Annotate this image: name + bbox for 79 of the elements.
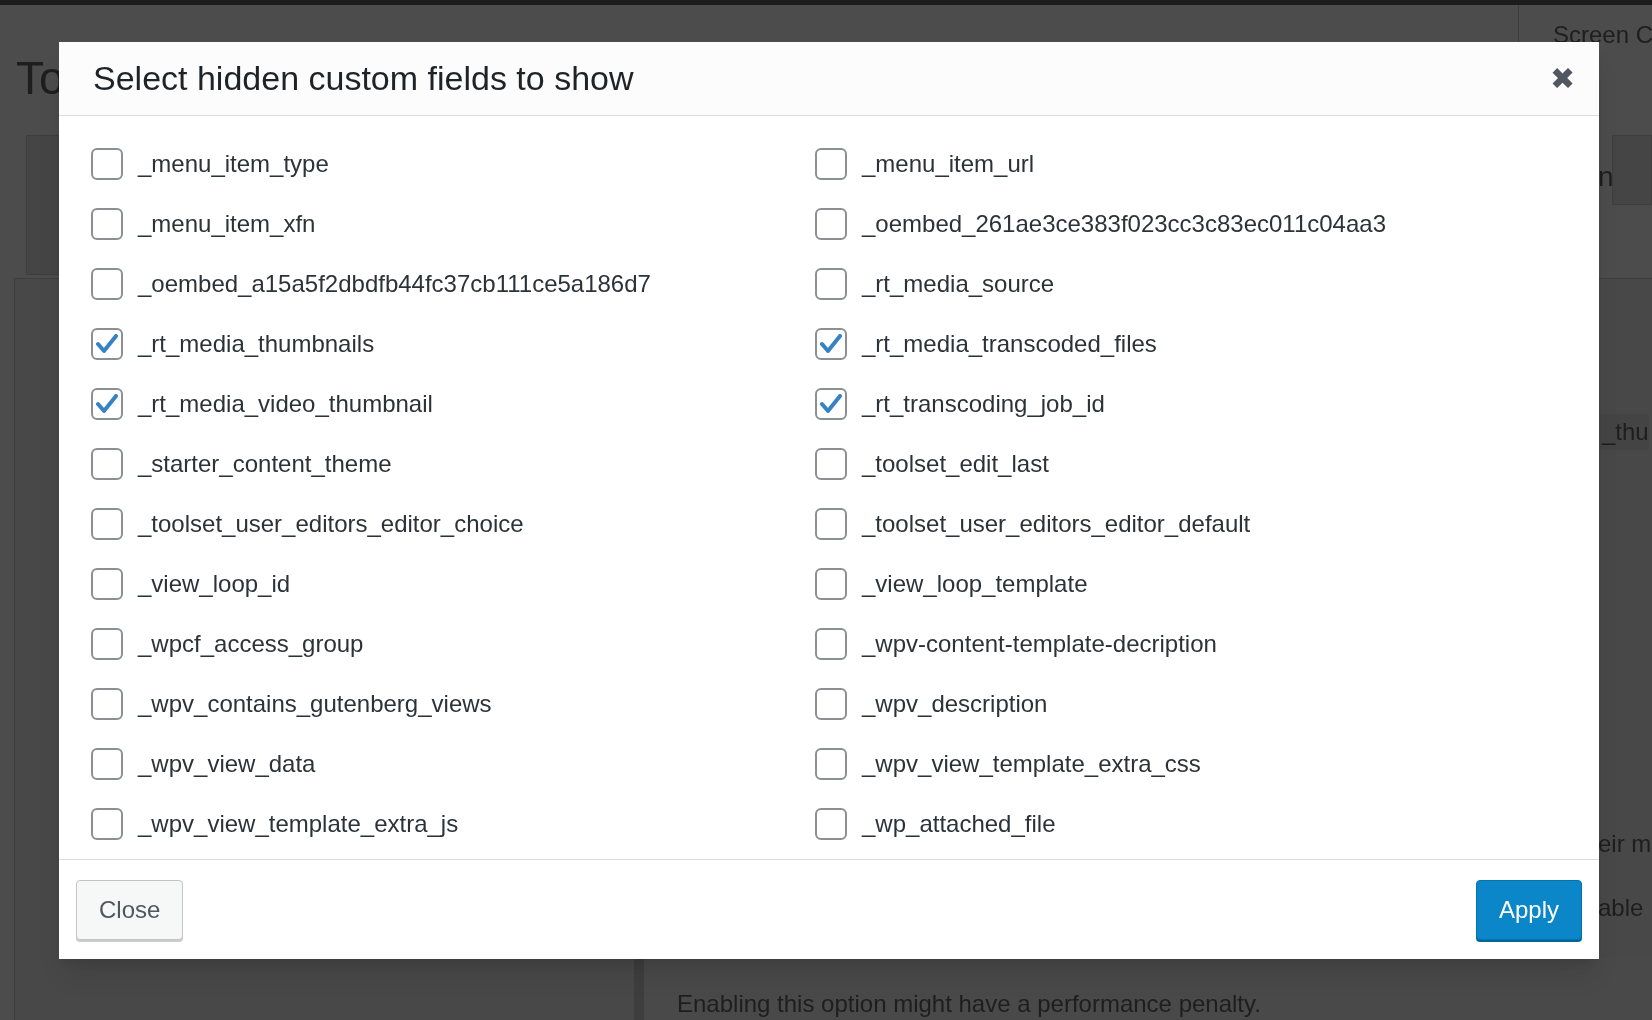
field-option[interactable]: _oembed_a15a5f2dbdfb44fc37cb111ce5a186d7 [59,254,799,314]
field-option[interactable]: _wpv_contains_gutenberg_views [59,674,799,734]
checkbox[interactable] [91,148,123,180]
field-option[interactable]: _menu_item_type [59,134,799,194]
checkbox[interactable] [815,748,847,780]
checkbox[interactable] [815,448,847,480]
field-label: _wp_attached_file [862,809,1056,839]
field-option[interactable]: _wpv_description [799,674,1599,734]
field-option[interactable]: _rt_media_source [799,254,1599,314]
field-option[interactable]: _rt_media_thumbnails [59,314,799,374]
checkmark-icon [820,334,842,354]
checkbox[interactable] [815,508,847,540]
field-option[interactable]: _rt_media_video_thumbnail [59,374,799,434]
field-option[interactable]: _view_loop_template [799,554,1599,614]
field-label: _wpv-content-template-decription [862,629,1217,659]
field-label: _wpv_view_template_extra_css [862,749,1201,779]
field-label: _rt_media_source [862,269,1055,299]
field-label: _oembed_a15a5f2dbdfb44fc37cb111ce5a186d7 [138,269,651,299]
field-label: _rt_media_thumbnails [138,329,375,359]
field-option[interactable]: _starter_content_theme [59,434,799,494]
checkmark-icon [96,394,118,414]
checkbox[interactable] [815,328,847,360]
checkbox[interactable] [91,328,123,360]
checkbox[interactable] [815,268,847,300]
checkbox[interactable] [91,508,123,540]
checkbox[interactable] [91,388,123,420]
field-label: _menu_item_url [862,149,1035,179]
field-option[interactable]: _oembed_261ae3ce383f023cc3c83ec011c04aa3 [799,194,1599,254]
field-option[interactable]: _wpv_view_data [59,734,799,794]
field-option[interactable]: _rt_media_transcoded_files [799,314,1599,374]
field-option[interactable]: _wpv-content-template-decription [799,614,1599,674]
field-label: _menu_item_type [138,149,329,179]
field-label: _starter_content_theme [138,449,392,479]
checkbox[interactable] [815,808,847,840]
checkbox[interactable] [91,268,123,300]
field-option[interactable]: _wp_attached_file [799,794,1599,854]
checkbox[interactable] [815,148,847,180]
checkmark-icon [96,334,118,354]
checkbox[interactable] [815,208,847,240]
dialog-title: Select hidden custom fields to show [93,58,634,99]
field-label: _wpv_view_data [138,749,316,779]
checkmark-icon [820,394,842,414]
checkbox[interactable] [91,568,123,600]
apply-button[interactable]: Apply [1475,879,1582,940]
field-label: _wpv_description [862,689,1048,719]
field-label: _oembed_261ae3ce383f023cc3c83ec011c04aa3 [862,209,1386,239]
checkbox[interactable] [91,748,123,780]
field-label: _rt_transcoding_job_id [862,389,1105,419]
checkbox[interactable] [91,688,123,720]
field-label: _toolset_user_editors_editor_choice [138,509,524,539]
field-label: _rt_media_video_thumbnail [138,389,433,419]
close-button[interactable]: Close [76,879,184,940]
field-option[interactable]: _toolset_user_editors_editor_choice [59,494,799,554]
field-option[interactable]: _menu_item_xfn [59,194,799,254]
field-option[interactable]: _wpv_view_template_extra_css [799,734,1599,794]
checkbox[interactable] [815,628,847,660]
field-option[interactable]: _wpcf_access_group [59,614,799,674]
field-label: _view_loop_id [138,569,291,599]
field-label: _rt_media_transcoded_files [862,329,1157,359]
checkbox[interactable] [815,568,847,600]
field-label: _wpv_view_template_extra_js [138,809,459,839]
checkbox[interactable] [91,208,123,240]
field-option[interactable]: _rt_transcoding_job_id [799,374,1599,434]
checkbox[interactable] [91,808,123,840]
field-option[interactable]: _toolset_edit_last [799,434,1599,494]
field-label: _wpcf_access_group [138,629,364,659]
checkbox[interactable] [91,628,123,660]
field-label: _toolset_user_editors_editor_default [862,509,1251,539]
checkbox[interactable] [91,448,123,480]
checkbox[interactable] [815,388,847,420]
field-label: _menu_item_xfn [138,209,316,239]
field-option[interactable]: _wpv_view_template_extra_js [59,794,799,854]
field-option[interactable]: _menu_item_url [799,134,1599,194]
checkbox[interactable] [815,688,847,720]
field-option[interactable]: _view_loop_id [59,554,799,614]
field-option[interactable]: _toolset_user_editors_editor_default [799,494,1599,554]
field-label: _toolset_edit_last [862,449,1049,479]
field-label: _view_loop_template [862,569,1088,599]
field-label: _wpv_contains_gutenberg_views [138,689,492,719]
